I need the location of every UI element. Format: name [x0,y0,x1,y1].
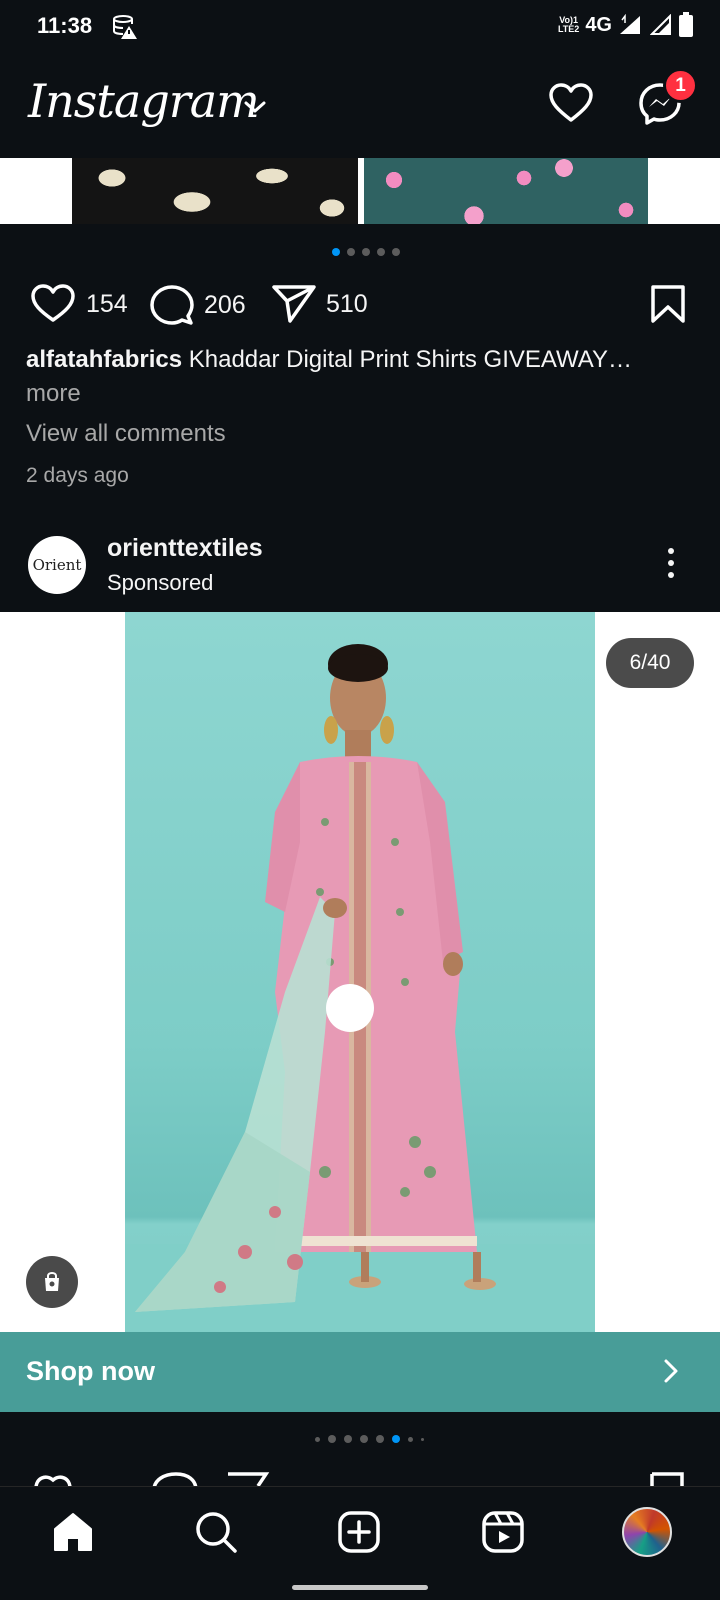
network-type: 4G [585,13,612,36]
share-count: 510 [326,289,368,318]
caption-username[interactable]: alfatahfabrics [26,346,182,373]
media-counter: 6/40 [606,638,694,688]
carousel-dot [332,248,340,256]
fabric-print-image[interactable] [72,158,358,224]
signal-icon [650,14,671,35]
post-username[interactable]: orienttextiles [107,534,263,563]
search-icon[interactable] [191,1507,241,1557]
carousel-dot [347,248,355,256]
more-options-icon[interactable] [668,548,674,578]
profile-avatar[interactable] [622,1507,672,1557]
post-timestamp: 2 days ago [26,464,129,487]
sponsored-post-media[interactable]: 6/40 [0,612,720,1332]
instagram-logo[interactable]: Instagram [28,74,260,128]
carousel-dot [362,248,370,256]
comment-icon[interactable] [150,284,194,326]
create-icon[interactable] [334,1507,384,1557]
view-all-comments-link[interactable]: View all comments [26,420,226,448]
carousel-indicator [332,248,400,256]
save-button[interactable] [650,284,686,324]
system-home-indicator[interactable] [292,1585,428,1590]
post-actions: 154 206 510 [0,278,720,334]
reels-icon[interactable] [478,1507,528,1557]
messenger-badge: 1 [663,68,698,103]
carousel-dot [392,1435,400,1443]
data-saver-icon [112,14,138,45]
carousel-dot [360,1435,368,1443]
next-post-actions-peek [0,1470,720,1486]
status-time: 11:38 [37,13,93,38]
carousel-dot [376,1435,384,1443]
sponsored-post-header: Orient orienttextiles Sponsored [0,528,720,612]
shop-now-button[interactable]: Shop now [0,1332,720,1412]
post-caption[interactable]: alfatahfabrics Khaddar Digital Print Shi… [26,343,696,411]
carousel-dot [328,1435,336,1443]
share-button[interactable]: 510 [272,284,368,324]
app-header: Instagram 1 [0,52,720,158]
fabric-print-image[interactable] [364,158,648,224]
shop-now-label: Shop now [26,1356,155,1386]
carousel-indicator [315,1435,424,1443]
bookmark-icon[interactable] [650,284,686,324]
battery-icon [679,12,693,37]
tap-indicator [326,984,374,1032]
signal-icon [620,14,640,34]
carousel-dot [344,1435,352,1443]
status-bar: 11:38 Vo)1 LTE2 4G [0,0,720,52]
like-count: 154 [86,289,128,318]
comment-count: 206 [204,290,246,319]
product-photo[interactable] [125,612,595,1332]
notifications-heart-icon[interactable] [548,82,594,129]
volte-icon: Vo)1 LTE2 [557,15,580,34]
carousel-dot [421,1437,424,1441]
bottom-navigation [0,1486,720,1600]
heart-icon[interactable] [30,284,76,324]
avatar[interactable] [622,1507,672,1557]
chevron-right-icon [662,1358,680,1389]
avatar[interactable]: Orient [28,536,86,594]
caption-text: Khaddar Digital Print Shirts GIVEAWAY… [188,346,632,373]
like-button[interactable]: 154 [30,284,128,324]
model-figure [125,644,595,1332]
carousel-dot [377,248,385,256]
status-icons: Vo)1 LTE2 4G [558,12,694,38]
send-icon[interactable] [272,284,316,324]
caption-more-link[interactable]: more [26,377,696,411]
carousel-dot [392,248,400,256]
sponsored-label[interactable]: Sponsored [107,570,213,596]
home-icon[interactable] [48,1507,98,1557]
previous-post-media[interactable] [0,158,720,224]
shopping-bag-icon[interactable] [26,1256,78,1308]
chevron-down-icon[interactable] [244,100,266,119]
carousel-dot [315,1436,320,1442]
comment-button[interactable]: 206 [150,284,246,326]
carousel-dot [408,1436,413,1442]
